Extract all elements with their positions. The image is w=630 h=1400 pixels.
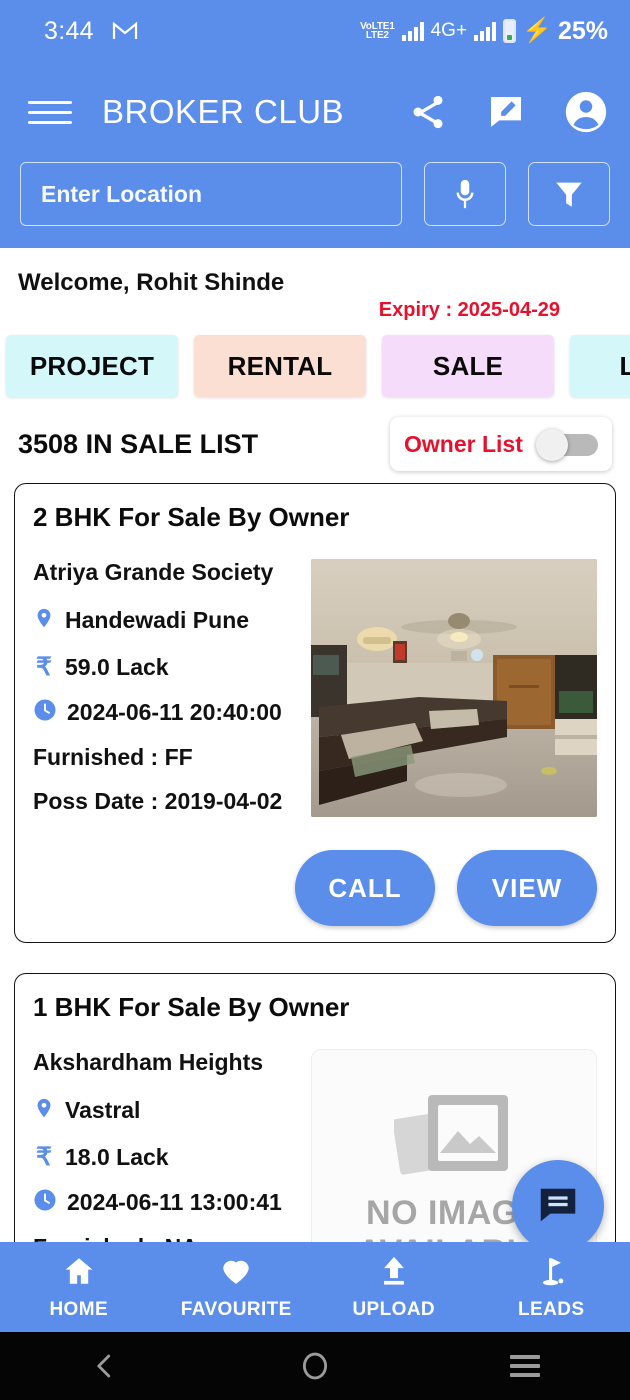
volte-indicator: VoLTE1 LTE2 xyxy=(360,21,395,41)
home-icon xyxy=(61,1254,97,1293)
clock-icon xyxy=(33,698,57,727)
furnished-text: Furnished : NA xyxy=(33,1234,297,1242)
price-text: 18.0 Lack xyxy=(65,1144,169,1170)
chip-sale[interactable]: SALE xyxy=(382,335,554,397)
card-title: 1 BHK For Sale By Owner xyxy=(33,992,350,1022)
welcome-greeting: Welcome, Rohit Shinde xyxy=(18,269,285,296)
owner-list-toggle[interactable]: Owner List xyxy=(390,417,612,471)
account-circle-icon[interactable] xyxy=(564,90,608,134)
chip-land[interactable]: LAND xyxy=(570,335,630,397)
filter-funnel-icon[interactable] xyxy=(528,162,610,226)
nav-item-home[interactable]: HOME xyxy=(0,1242,158,1332)
flag-golf-icon xyxy=(533,1254,569,1293)
location-pin-icon xyxy=(33,604,55,637)
chip-rental-label: RENTAL xyxy=(227,350,333,381)
clock-icon xyxy=(33,1188,57,1217)
category-chip-row[interactable]: PROJECT RENTAL SALE LAND xyxy=(0,327,630,405)
rupee-icon: ₹ xyxy=(36,1143,52,1171)
expiry-label: Expiry : 2025-04-29 xyxy=(378,299,560,321)
card-info: Akshardham Heights Vastral ₹ 18.0 Lack 2… xyxy=(33,1049,297,1242)
battery-icon xyxy=(503,19,517,43)
posted-text: 2024-06-11 13:00:41 xyxy=(67,1189,282,1215)
nav-item-favourite-label: FAVOURITE xyxy=(180,1298,292,1320)
microphone-icon[interactable] xyxy=(424,162,506,226)
property-photo[interactable] xyxy=(311,559,597,817)
posted-text: 2024-06-11 20:40:00 xyxy=(67,699,282,725)
gmail-icon xyxy=(112,21,138,41)
android-system-nav xyxy=(0,1332,630,1400)
posted-row: 2024-06-11 13:00:41 xyxy=(33,1188,297,1217)
property-card[interactable]: 2 BHK For Sale By Owner Atriya Grande So… xyxy=(14,483,616,943)
owner-list-label: Owner List xyxy=(404,430,523,457)
heart-icon xyxy=(217,1254,255,1293)
status-bar: 3:44 VoLTE1 LTE2 4G+ ⚡ 25% xyxy=(0,0,630,62)
chip-land-label: LAND xyxy=(619,350,630,381)
status-bar-left: 3:44 xyxy=(44,17,138,46)
bottom-navigation: HOME FAVOURITE UPLOAD LEADS xyxy=(0,1242,630,1332)
poss-date-text: Poss Date : 2019-04-02 xyxy=(33,788,283,814)
content-scroll-area[interactable]: Welcome, Rohit Shinde Expiry : 2025-04-2… xyxy=(0,255,630,1242)
nav-item-leads-label: LEADS xyxy=(518,1298,585,1320)
location-text: Vastral xyxy=(65,1097,141,1123)
price-row: ₹ 59.0 Lack xyxy=(33,654,297,681)
welcome-strip: Welcome, Rohit Shinde Expiry : 2025-04-2… xyxy=(0,255,630,327)
charging-bolt-icon: ⚡ xyxy=(522,17,552,44)
network-type-label: 4G+ xyxy=(430,20,468,41)
chat-message-icon[interactable] xyxy=(512,1160,604,1252)
battery-percent: 25% xyxy=(557,16,608,45)
location-text: Handewadi Pune xyxy=(65,607,250,633)
home-circle-icon[interactable] xyxy=(210,1349,420,1383)
location-pin-icon xyxy=(33,1094,55,1127)
upload-arrow-icon xyxy=(376,1254,412,1293)
nav-item-upload[interactable]: UPLOAD xyxy=(315,1242,473,1332)
card-actions: CALL VIEW xyxy=(33,850,597,926)
rupee-icon: ₹ xyxy=(36,653,52,681)
call-button[interactable]: CALL xyxy=(295,850,435,926)
posted-row: 2024-06-11 20:40:00 xyxy=(33,698,297,727)
location-row: Vastral xyxy=(33,1094,297,1127)
furnished-text: Furnished : FF xyxy=(33,744,193,770)
price-text: 59.0 Lack xyxy=(65,654,169,680)
chip-project[interactable]: PROJECT xyxy=(6,335,178,397)
nav-item-favourite[interactable]: FAVOURITE xyxy=(158,1242,316,1332)
list-count-title: 3508 IN SALE LIST xyxy=(18,428,259,459)
back-chevron-icon[interactable] xyxy=(0,1349,210,1383)
owner-list-switch[interactable] xyxy=(536,429,598,461)
card-title: 2 BHK For Sale By Owner xyxy=(33,502,350,532)
hamburger-menu-icon[interactable] xyxy=(28,100,72,124)
app-bar: BROKER CLUB xyxy=(0,62,630,162)
feedback-comment-icon[interactable] xyxy=(486,92,526,132)
switch-knob[interactable] xyxy=(536,429,568,461)
nav-item-leads[interactable]: LEADS xyxy=(473,1242,630,1332)
list-header: 3508 IN SALE LIST Owner List xyxy=(0,405,630,483)
location-row: Handewadi Pune xyxy=(33,604,297,637)
no-image-photo-icon xyxy=(392,1085,514,1194)
nav-item-upload-label: UPLOAD xyxy=(352,1298,436,1320)
signal-bars-sim1 xyxy=(401,21,424,41)
view-button[interactable]: VIEW xyxy=(457,850,597,926)
property-card-list: 2 BHK For Sale By Owner Atriya Grande So… xyxy=(0,483,630,1242)
recents-menu-icon[interactable] xyxy=(420,1355,630,1377)
card-body: Atriya Grande Society Handewadi Pune ₹ 5… xyxy=(33,559,597,832)
chip-sale-label: SALE xyxy=(432,350,504,381)
society-name: Akshardham Heights xyxy=(33,1049,264,1075)
card-info: Atriya Grande Society Handewadi Pune ₹ 5… xyxy=(33,559,297,832)
app-bar-actions xyxy=(408,90,608,134)
society-name: Atriya Grande Society xyxy=(33,559,274,585)
app-screen: 3:44 VoLTE1 LTE2 4G+ ⚡ 25% BROKER CLUB E… xyxy=(0,0,630,1400)
search-row xyxy=(0,162,630,248)
page-title: BROKER CLUB xyxy=(102,93,345,130)
signal-bars-sim2 xyxy=(474,21,497,41)
price-row: ₹ 18.0 Lack xyxy=(33,1144,297,1171)
status-bar-right: VoLTE1 LTE2 4G+ ⚡ 25% xyxy=(360,17,608,46)
chip-rental[interactable]: RENTAL xyxy=(194,335,366,397)
share-icon[interactable] xyxy=(408,92,448,132)
status-clock: 3:44 xyxy=(44,16,94,45)
volte-line-2: LTE2 xyxy=(365,30,389,41)
chip-project-label: PROJECT xyxy=(29,350,155,381)
nav-item-home-label: HOME xyxy=(49,1298,109,1320)
search-input[interactable] xyxy=(20,162,402,226)
